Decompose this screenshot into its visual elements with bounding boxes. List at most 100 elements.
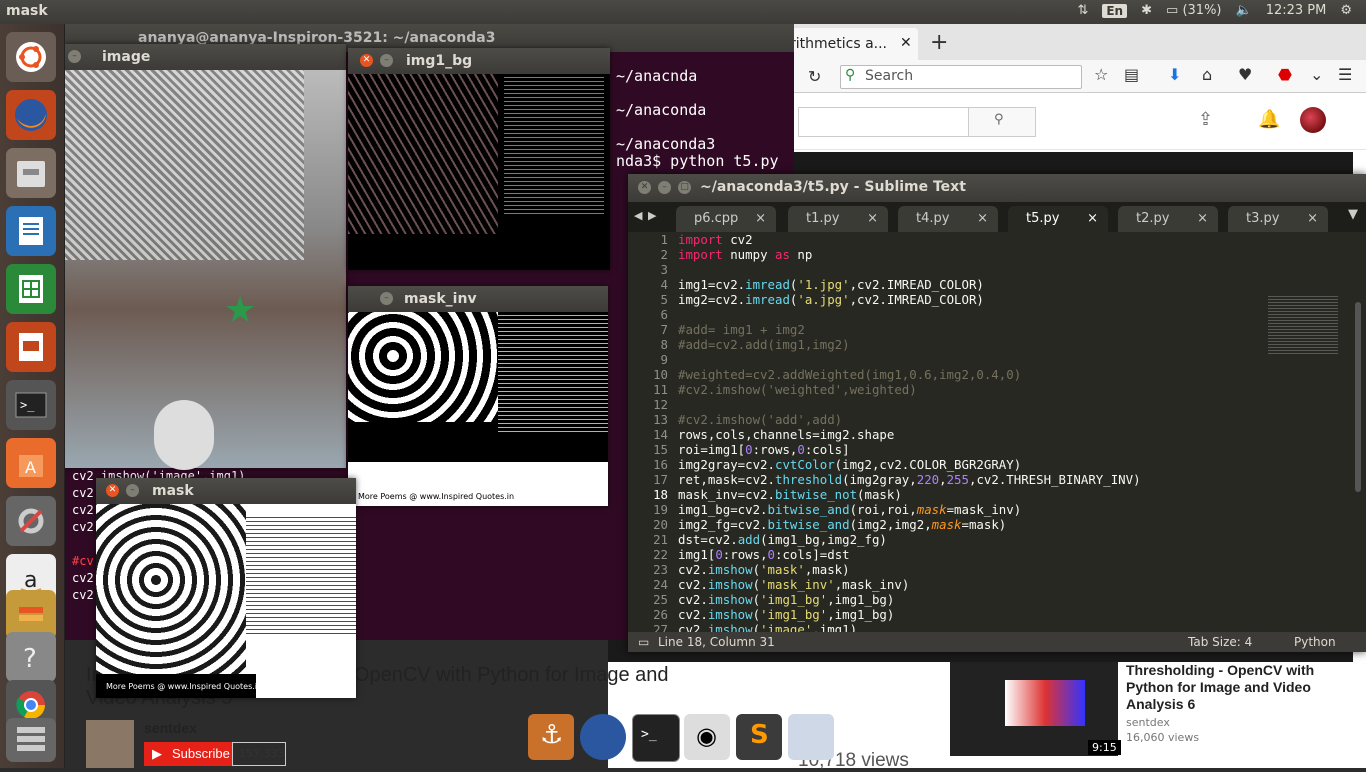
tab-scroll-left-icon[interactable]: ◀ [634,209,642,222]
editor-scrollbar[interactable] [1355,302,1361,492]
window-titlebar[interactable]: ✕ – img1_bg [348,48,610,74]
upload-icon[interactable]: ⇪ [1198,109,1213,130]
line-number: 17 [653,472,668,487]
clock[interactable]: 12:23 PM [1266,3,1327,18]
opencv-image-window[interactable]: – image ★ [64,44,346,470]
help-icon[interactable]: ? [6,632,56,682]
pocket-icon[interactable]: ♥ [1238,65,1252,84]
bookmark-star-icon[interactable]: ☆ [1094,65,1108,84]
svg-text:A: A [25,458,36,477]
sublime-icon[interactable]: S [736,714,782,760]
new-tab-icon[interactable]: + [930,30,948,55]
network-icon[interactable]: ⇅ [1077,3,1088,18]
avatar[interactable] [1300,107,1326,133]
close-icon[interactable]: × [1087,211,1098,226]
keyboard-layout[interactable]: En [1102,3,1128,18]
code-editor[interactable]: 1 2 3 4 5 6 7 8 9 10 11 12 13 14 15 16 17 18 19 20 21 22 23 24 2… [628,232,1366,632]
window-titlebar[interactable]: – image [64,44,346,70]
close-icon[interactable]: × [867,211,878,226]
related-video-channel[interactable]: sentdex [1126,716,1170,729]
close-icon[interactable]: ✕ [638,181,651,194]
volume-icon[interactable]: 🔈 [1236,3,1252,18]
browser-search-input[interactable]: ⚲ Search [840,65,1082,89]
power-gear-icon[interactable]: ⚙ [1340,3,1352,18]
impress-icon[interactable] [6,322,56,372]
window-titlebar[interactable]: ✕ – mask [96,478,356,504]
minimize-icon[interactable]: – [126,484,139,497]
close-tab-icon[interactable]: ✕ [900,35,912,51]
minimize-icon[interactable]: – [380,292,393,305]
tab-t1-py[interactable]: t1.py × [788,206,888,232]
image-canvas: ★ [64,70,346,470]
tab-t4-py[interactable]: t4.py × [898,206,998,232]
anchor-icon[interactable]: ⚓ [528,714,574,760]
settings-icon[interactable] [6,496,56,546]
subscribe-button[interactable]: ▶ Subscribe [144,742,232,766]
software-center-icon[interactable]: A [6,438,56,488]
code-minimap[interactable] [1268,294,1338,354]
terminal-icon[interactable]: >_ [6,380,56,430]
reading-list-icon[interactable]: ▤ [1124,65,1139,84]
menu-icon[interactable]: ☰ [1338,65,1352,84]
workspace-icon[interactable] [6,718,56,762]
panel-toggle-icon[interactable]: ▭ [638,635,649,649]
line-number: 2 [660,247,668,262]
notifications-bell-icon[interactable]: 🔔 [1258,109,1280,130]
close-icon[interactable]: × [755,211,766,226]
chevron-down-icon[interactable]: ⌄ [1310,65,1323,84]
close-icon[interactable]: × [1197,211,1208,226]
youtube-search-button[interactable]: ⚲ [968,107,1036,137]
close-icon[interactable]: × [1307,211,1318,226]
syntax-selector[interactable]: Python [1294,635,1336,649]
sublime-text-window[interactable]: ✕ – □ ~/anaconda3/t5.py - Sublime Text ◀… [628,174,1366,652]
channel-name[interactable]: sentdex [144,720,197,736]
channel-avatar[interactable] [86,720,134,768]
window-icon[interactable] [788,714,834,760]
related-video-title[interactable]: Thresholding - OpenCV with Python for Im… [1126,662,1326,713]
window-titlebar[interactable]: – mask_inv [348,286,608,312]
reload-icon[interactable]: ↻ [808,67,821,86]
minimize-icon[interactable]: – [380,54,393,67]
youtube-search-input[interactable] [798,107,970,137]
tab-t5-py[interactable]: t5.py × [1008,206,1108,232]
home-icon[interactable]: ⌂ [1202,65,1212,84]
opencv-img1-bg-window[interactable]: ✕ – img1_bg [348,48,610,270]
speaker-icon[interactable]: ◉ [684,714,730,760]
tab-p6-cpp[interactable]: p6.cpp × [676,206,776,232]
opencv-mask-window[interactable]: ✕ – mask More Poems @ www.Inspired Quote… [96,478,356,698]
tab-menu-icon[interactable]: ▼ [1348,207,1358,222]
tab-t2-py[interactable]: t2.py × [1118,206,1218,232]
battery-indicator[interactable]: ▭ (31%) [1166,3,1221,18]
window-title: mask_inv [404,291,477,307]
video-duration: 9:15 [1088,740,1121,755]
files-icon[interactable] [6,148,56,198]
window-title: img1_bg [406,53,473,69]
writer-icon[interactable] [6,206,56,256]
tab-size-selector[interactable]: Tab Size: 4 [1188,635,1252,649]
adblock-icon[interactable]: ⬣ [1278,65,1292,84]
tab-scroll-right-icon[interactable]: ▶ [648,209,656,222]
top-panel: mask ⇅ En ✱ ▭ (31%) 🔈 12:23 PM ⚙ [0,0,1366,24]
tab-t3-py[interactable]: t3.py × [1228,206,1328,232]
ubuntu-dash-icon[interactable] [6,32,56,82]
bluetooth-icon[interactable]: ✱ [1141,3,1152,18]
minimize-icon[interactable]: – [658,181,671,194]
image-credit-text: More Poems @ www.Inspired Quotes.in [106,682,263,691]
calc-icon[interactable] [6,264,56,314]
close-icon[interactable]: ✕ [360,54,373,67]
maximize-icon[interactable]: □ [678,181,691,194]
sublime-titlebar[interactable]: ✕ – □ ~/anaconda3/t5.py - Sublime Text [628,174,1366,202]
line-number: 8 [660,337,668,352]
line-number: 21 [653,532,668,547]
line-number: 5 [660,292,668,307]
terminal-icon[interactable]: >_ [632,714,680,762]
firefox-icon[interactable] [6,90,56,140]
minimize-icon[interactable]: – [68,50,81,63]
code-text[interactable]: import cv2 import numpy as np img1=cv2.i… [678,232,1141,632]
close-icon[interactable]: × [977,211,988,226]
opencv-mask-inv-window[interactable]: – mask_inv More Poems @ www.Inspired Quo… [348,286,608,506]
download-icon[interactable]: ⬇ [1168,65,1181,84]
firefox-icon[interactable] [580,714,626,760]
close-icon[interactable]: ✕ [106,484,119,497]
battery-icon: ▭ [1166,3,1179,18]
